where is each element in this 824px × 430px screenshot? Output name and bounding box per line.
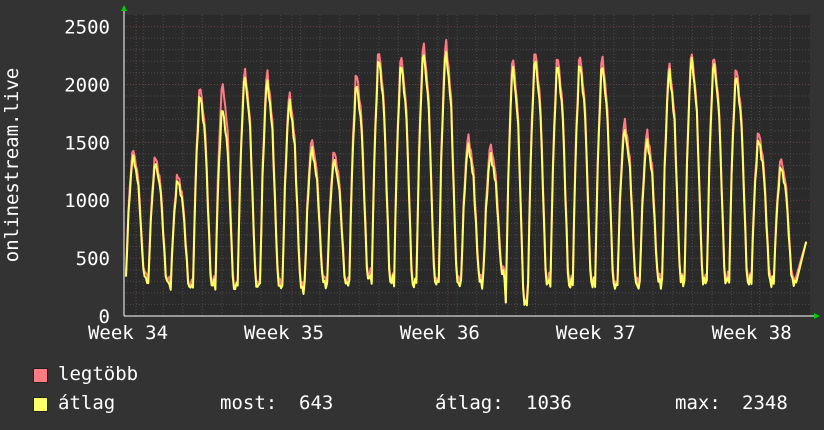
y-tick-label: 1500 [64, 132, 110, 154]
x-tick-label: Week 38 [712, 322, 792, 344]
stat-max-value: 2348 [742, 392, 788, 414]
x-axis-arrow [814, 313, 820, 319]
x-tick-label: Week 34 [88, 322, 168, 344]
legend-swatch-avg [33, 397, 48, 412]
y-axis-arrow [121, 5, 127, 11]
x-tick-labels: Week 34 Week 35 Week 36 Week 37 Week 38 [88, 322, 792, 344]
legend-swatch-max [33, 368, 48, 383]
stat-now-label: most: [220, 392, 278, 414]
stat-now-value: 643 [299, 392, 334, 414]
stat-max-label: max: [675, 392, 721, 414]
x-tick-label: Week 36 [400, 322, 480, 344]
y-tick-label: 500 [76, 248, 110, 270]
y-axis-label: onlinestream.live [1, 68, 23, 262]
y-tick-label: 2500 [64, 17, 110, 39]
y-tick-label: 2000 [64, 74, 110, 96]
y-tick-label: 1000 [64, 190, 110, 212]
stat-avg-value: 1036 [526, 392, 572, 414]
legend-label-max: legtöbb [58, 363, 139, 385]
x-tick-label: Week 35 [244, 322, 324, 344]
legend-label-avg: átlag [58, 392, 116, 414]
x-tick-label: Week 37 [556, 322, 636, 344]
stat-avg-label: átlag: [435, 392, 504, 414]
y-tick-labels: 05001000150020002500 [64, 17, 110, 328]
